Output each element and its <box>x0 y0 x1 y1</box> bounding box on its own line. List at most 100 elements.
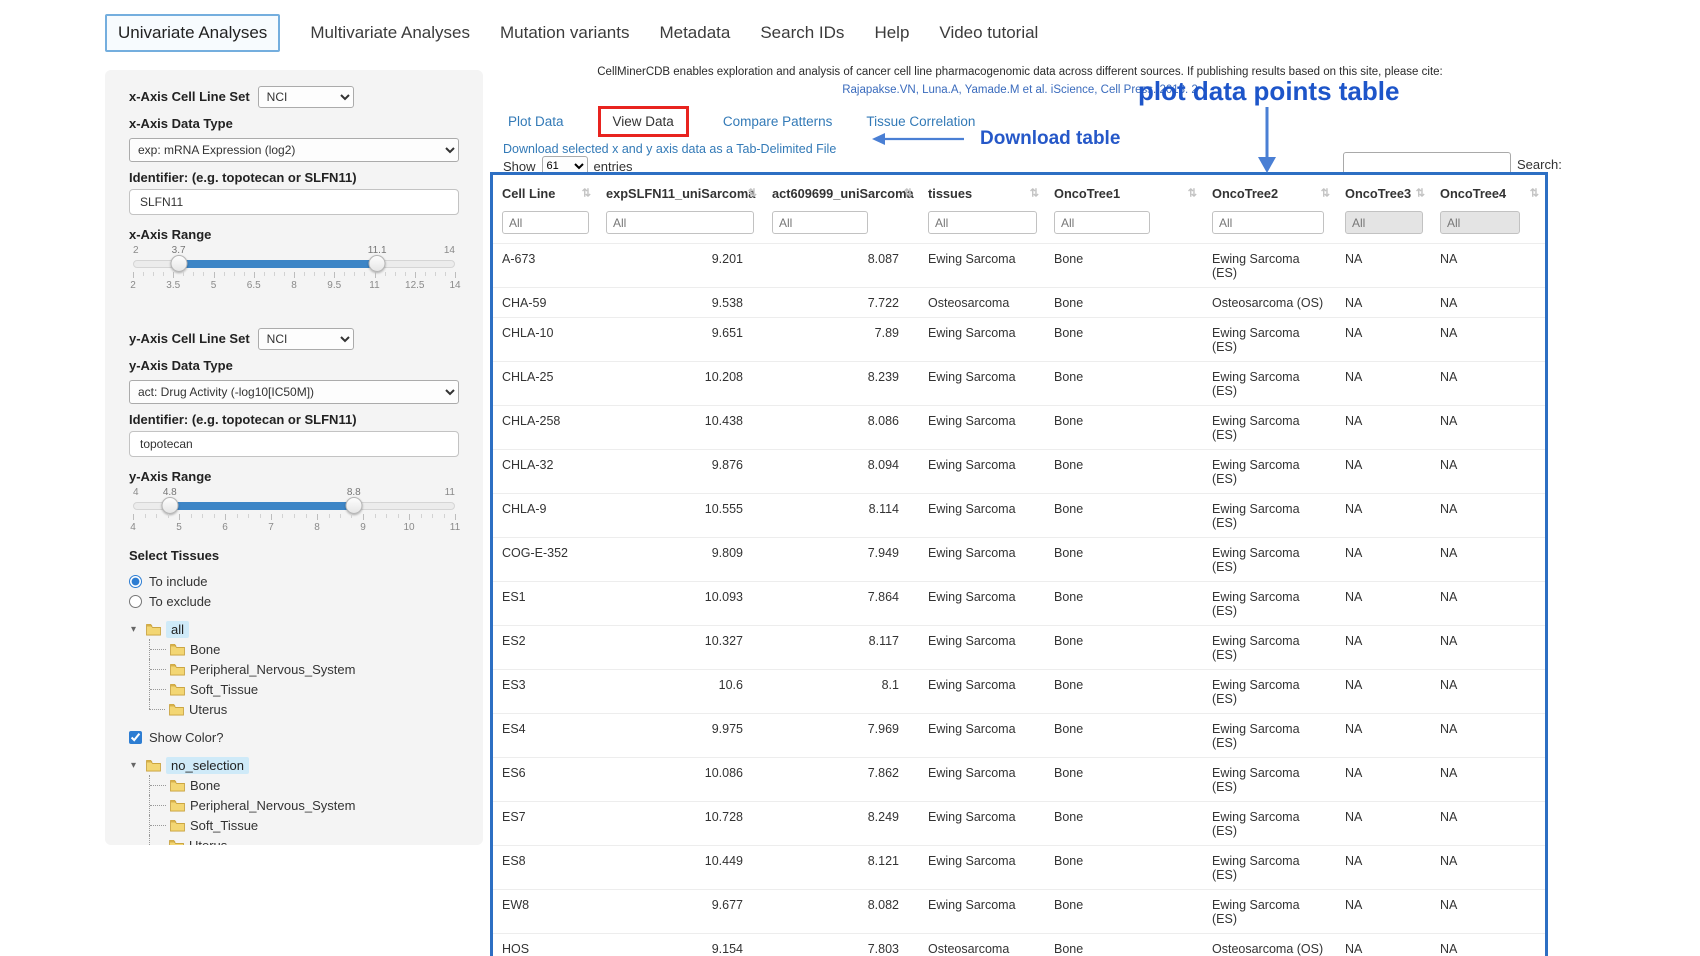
tree-root-no-selection[interactable]: ▾no_selection <box>131 755 459 775</box>
caret-down-icon[interactable]: ▾ <box>131 624 141 635</box>
slider-handle-low[interactable] <box>170 255 187 272</box>
tree-item-uterus[interactable]: Uterus <box>169 835 227 845</box>
show-color-checkbox[interactable] <box>129 731 142 744</box>
tree-item-soft-tissue[interactable]: Soft_Tissue <box>170 815 258 835</box>
column-filter-input-oncotree3[interactable] <box>1345 211 1423 234</box>
nav-tab-help[interactable]: Help <box>874 23 909 43</box>
slider-minor-tick <box>143 272 144 276</box>
table-row-es1[interactable]: ES110.0937.864Ewing SarcomaBoneEwing Sar… <box>493 582 1545 626</box>
sort-icon[interactable]: ⇅ <box>904 186 913 199</box>
slider-minor-tick <box>386 514 387 518</box>
column-header-expslfn11-unisarcoma[interactable]: expSLFN11_uniSarcoma⇅ <box>597 175 763 209</box>
column-header-cell-line[interactable]: Cell Line⇅ <box>493 175 597 209</box>
nav-tab-video-tutorial[interactable]: Video tutorial <box>939 23 1038 43</box>
to-exclude-radio[interactable] <box>129 595 142 608</box>
table-row-es7[interactable]: ES710.7288.249Ewing SarcomaBoneEwing Sar… <box>493 802 1545 846</box>
tree-item-peripheral-nervous-system[interactable]: Peripheral_Nervous_System <box>170 659 355 679</box>
nav-tab-multivariate-analyses[interactable]: Multivariate Analyses <box>310 23 470 43</box>
table-row-chla-10[interactable]: CHLA-109.6517.89Ewing SarcomaBoneEwing S… <box>493 318 1545 362</box>
table-row-ew8[interactable]: EW89.6778.082Ewing SarcomaBoneEwing Sarc… <box>493 890 1545 934</box>
table-cell: Ewing Sarcoma <box>919 670 1045 714</box>
table-cell: Bone <box>1045 934 1203 956</box>
x-range-slider[interactable]: 2143.711.123.556.589.51112.514 <box>133 246 455 294</box>
table-row-a-673[interactable]: A-6739.2018.087Ewing SarcomaBoneEwing Sa… <box>493 244 1545 288</box>
nav-tab-metadata[interactable]: Metadata <box>659 23 730 43</box>
slider-minor-tick <box>398 514 399 518</box>
sort-icon[interactable]: ⇅ <box>1188 186 1197 199</box>
table-row-es2[interactable]: ES210.3278.117Ewing SarcomaBoneEwing Sar… <box>493 626 1545 670</box>
column-header-tissues[interactable]: tissues⇅ <box>919 175 1045 209</box>
table-cell: Ewing Sarcoma <box>919 244 1045 288</box>
slider-tick <box>294 272 295 278</box>
include-tissue-tree: ▾allBonePeripheral_Nervous_SystemSoft_Ti… <box>131 619 459 719</box>
table-cell: 10.555 <box>597 494 763 538</box>
x-cell-line-set-select[interactable]: NCI <box>258 86 354 108</box>
sort-icon[interactable]: ⇅ <box>748 186 757 199</box>
tree-root-all[interactable]: ▾all <box>131 619 459 639</box>
column-header-oncotree1[interactable]: OncoTree1⇅ <box>1045 175 1203 209</box>
slider-minor-tick <box>364 272 365 276</box>
tab-view-data[interactable]: View Data <box>598 106 689 137</box>
nav-tab-univariate-analyses[interactable]: Univariate Analyses <box>105 14 280 52</box>
to-exclude-label: To exclude <box>149 594 211 609</box>
column-header-oncotree3[interactable]: OncoTree3 ⇅ <box>1336 175 1431 209</box>
tree-item-peripheral-nervous-system[interactable]: Peripheral_Nervous_System <box>170 795 355 815</box>
table-row-chla-9[interactable]: CHLA-910.5558.114Ewing SarcomaBoneEwing … <box>493 494 1545 538</box>
nav-tab-search-ids[interactable]: Search IDs <box>760 23 844 43</box>
tree-item-label: Uterus <box>189 838 227 846</box>
tree-item-soft-tissue[interactable]: Soft_Tissue <box>170 679 258 699</box>
table-row-chla-25[interactable]: CHLA-2510.2088.239Ewing SarcomaBoneEwing… <box>493 362 1545 406</box>
column-header-label: OncoTree4 <box>1440 186 1506 201</box>
nav-tab-mutation-variants[interactable]: Mutation variants <box>500 23 629 43</box>
caret-down-icon[interactable]: ▾ <box>131 760 141 771</box>
sort-icon[interactable]: ⇅ <box>1030 186 1039 199</box>
to-include-radio[interactable] <box>129 575 142 588</box>
slider-minor-tick <box>193 272 194 276</box>
tab-compare-patterns[interactable]: Compare Patterns <box>723 114 833 129</box>
tab-plot-data[interactable]: Plot Data <box>508 114 564 129</box>
table-row-cog-e-352[interactable]: COG-E-3529.8097.949Ewing SarcomaBoneEwin… <box>493 538 1545 582</box>
slider-handle-high[interactable] <box>369 255 386 272</box>
table-row-es3[interactable]: ES310.68.1Ewing SarcomaBoneEwing Sarcoma… <box>493 670 1545 714</box>
table-row-es6[interactable]: ES610.0867.862Ewing SarcomaBoneEwing Sar… <box>493 758 1545 802</box>
y-identifier-input[interactable] <box>129 431 459 457</box>
table-row-chla-258[interactable]: CHLA-25810.4388.086Ewing SarcomaBoneEwin… <box>493 406 1545 450</box>
column-header-label: OncoTree3 <box>1345 186 1411 201</box>
column-header-act609699-unisarcoma[interactable]: act609699_uniSarcoma⇅ <box>763 175 919 209</box>
slider-minor-tick <box>183 272 184 276</box>
table-row-hos[interactable]: HOS9.1547.803OsteosarcomaBoneOsteosarcom… <box>493 934 1545 956</box>
tree-item-bone[interactable]: Bone <box>170 775 220 795</box>
slider-handle-high[interactable] <box>345 497 362 514</box>
tab-tissue-correlation[interactable]: Tissue Correlation <box>866 114 975 129</box>
y-range-slider[interactable]: 4114.88.84567891011 <box>133 488 455 536</box>
table-row-cha-59[interactable]: CHA-599.5387.722OsteosarcomaBoneOsteosar… <box>493 288 1545 318</box>
download-link[interactable]: Download selected x and y axis data as a… <box>503 142 836 156</box>
column-filter-input-expslfn11-unisarcoma[interactable] <box>606 211 754 234</box>
table-cell: Osteosarcoma <box>919 934 1045 956</box>
y-data-type-select[interactable]: act: Drug Activity (-log10[IC50M]) <box>129 380 459 404</box>
sort-icon[interactable]: ⇅ <box>1321 186 1330 199</box>
sort-icon[interactable]: ⇅ <box>582 186 591 199</box>
column-header-oncotree4[interactable]: OncoTree4 ⇅ <box>1431 175 1545 209</box>
y-cell-line-set-select[interactable]: NCI <box>258 328 354 350</box>
column-filter-input-tissues[interactable] <box>928 211 1037 234</box>
column-filter-input-oncotree2[interactable] <box>1212 211 1324 234</box>
table-row-chla-32[interactable]: CHLA-329.8768.094Ewing SarcomaBoneEwing … <box>493 450 1545 494</box>
sort-icon[interactable]: ⇅ <box>1530 186 1539 199</box>
table-cell: NA <box>1336 934 1431 956</box>
column-header-oncotree2[interactable]: OncoTree2⇅ <box>1203 175 1336 209</box>
column-filter-input-act609699-unisarcoma[interactable] <box>772 211 868 234</box>
tree-item-uterus[interactable]: Uterus <box>169 699 227 719</box>
column-filter-input-cell-line[interactable] <box>502 211 589 234</box>
tree-item-bone[interactable]: Bone <box>170 639 220 659</box>
slider-tick <box>415 272 416 278</box>
slider-minor-tick <box>244 272 245 276</box>
column-filter-input-oncotree1[interactable] <box>1054 211 1150 234</box>
sort-icon[interactable]: ⇅ <box>1416 186 1425 199</box>
table-row-es8[interactable]: ES810.4498.121Ewing SarcomaBoneEwing Sar… <box>493 846 1545 890</box>
x-identifier-input[interactable] <box>129 189 459 215</box>
slider-handle-low[interactable] <box>161 497 178 514</box>
x-data-type-select[interactable]: exp: mRNA Expression (log2) <box>129 138 459 162</box>
column-filter-input-oncotree4[interactable] <box>1440 211 1520 234</box>
table-row-es4[interactable]: ES49.9757.969Ewing SarcomaBoneEwing Sarc… <box>493 714 1545 758</box>
